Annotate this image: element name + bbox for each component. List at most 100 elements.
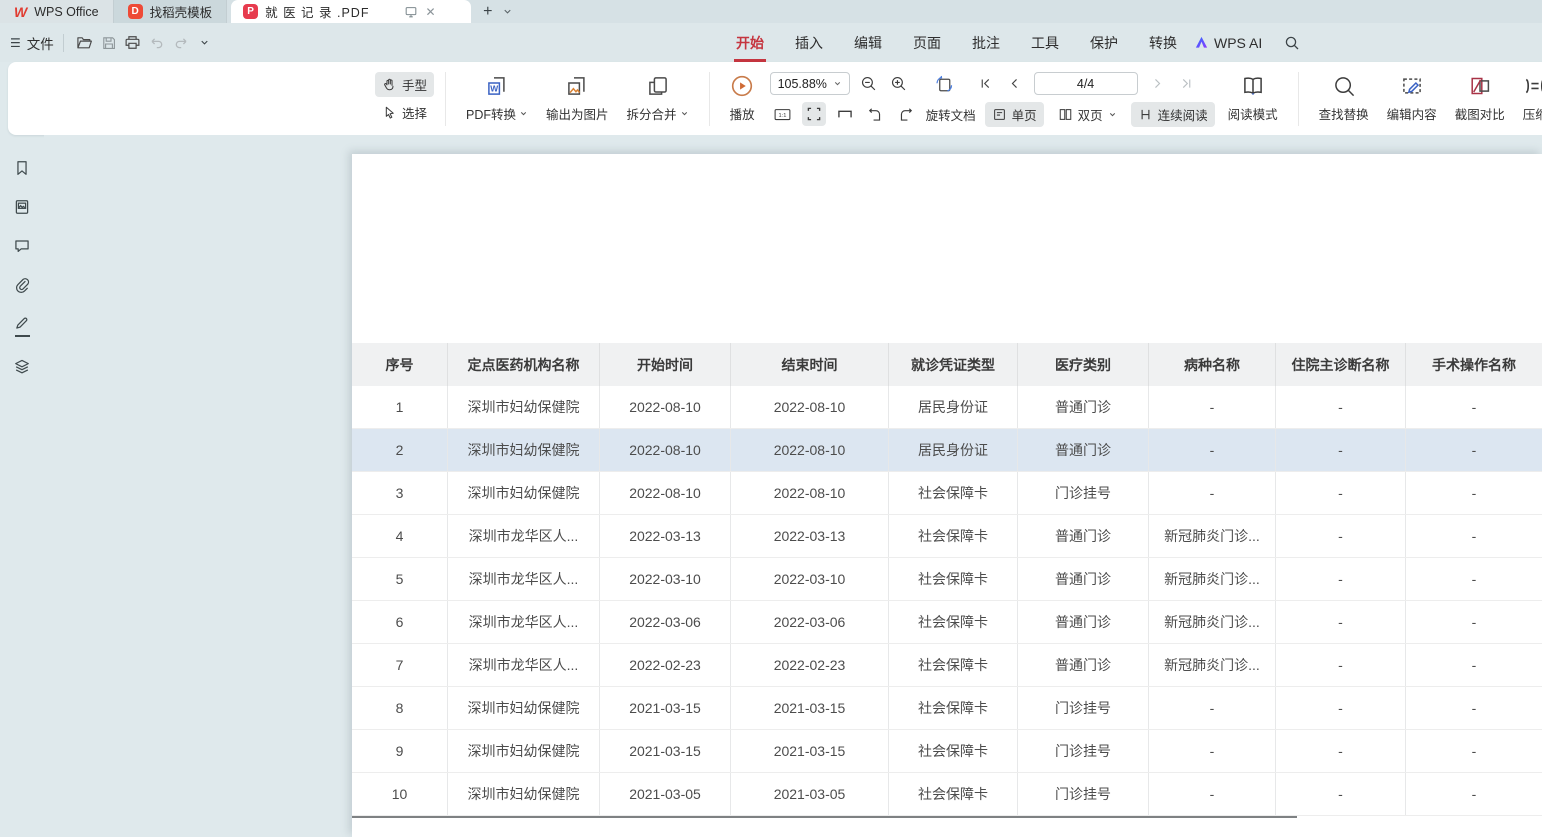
open-file-button[interactable]: [73, 31, 97, 55]
tab-document-active[interactable]: P 就 医 记 录 .PDF ✕: [231, 0, 471, 23]
menu-item[interactable]: 插入: [795, 33, 823, 53]
chevron-down-icon: [519, 109, 528, 118]
actual-size-icon[interactable]: 1:1: [770, 103, 795, 126]
rotate-left-icon[interactable]: [864, 103, 887, 126]
divider: [1298, 72, 1299, 126]
table-cell: 社会保障卡: [889, 515, 1018, 557]
previous-page-icon[interactable]: [1005, 74, 1024, 93]
find-replace-button[interactable]: 查找替换: [1310, 72, 1378, 125]
menu-item[interactable]: 转换: [1149, 33, 1177, 53]
table-cell: 8: [352, 687, 448, 729]
last-page-icon[interactable]: [1177, 74, 1196, 93]
new-tab-button[interactable]: +: [483, 0, 492, 23]
close-tab-icon[interactable]: ✕: [425, 5, 435, 19]
table-header-cell: 结束时间: [731, 343, 889, 386]
zoom-out-icon[interactable]: [857, 72, 880, 95]
table-cell: 普通门诊: [1018, 558, 1149, 600]
search-icon[interactable]: [1284, 35, 1300, 51]
table-cell: 普通门诊: [1018, 601, 1149, 643]
table-cell: 4: [352, 515, 448, 557]
wps-ai-label: WPS AI: [1214, 35, 1262, 51]
rotate-document-icon[interactable]: [931, 71, 957, 97]
thumbnails-icon[interactable]: [13, 198, 32, 216]
table-cell: -: [1406, 558, 1542, 600]
comments-icon[interactable]: [13, 237, 32, 255]
zoom-level-select[interactable]: 105.88%: [770, 72, 850, 95]
print-button[interactable]: [121, 31, 145, 55]
play-button[interactable]: 播放: [721, 72, 764, 125]
tab-docer-templates[interactable]: D 找稻壳模板: [114, 0, 228, 23]
table-cell: 门诊挂号: [1018, 472, 1149, 514]
table-cell: -: [1149, 472, 1276, 514]
table-header-cell: 就诊凭证类型: [889, 343, 1018, 386]
table-cell: 2022-02-23: [731, 644, 889, 686]
table-cell: 新冠肺炎门诊...: [1149, 515, 1276, 557]
table-cell: -: [1406, 601, 1542, 643]
compress-label: 压缩: [1523, 104, 1542, 123]
select-tool-button[interactable]: 选择: [375, 100, 434, 125]
table-cell: 2021-03-15: [731, 730, 889, 772]
split-merge-button[interactable]: 拆分合并: [618, 72, 698, 125]
table-cell: 2022-08-10: [600, 429, 731, 471]
table-cell: -: [1406, 730, 1542, 772]
undo-button[interactable]: [145, 31, 169, 55]
table-row: 7深圳市龙华区人...2022-02-232022-02-23社会保障卡普通门诊…: [352, 644, 1542, 687]
table-header-cell: 手术操作名称: [1406, 343, 1542, 386]
table-cell: -: [1149, 386, 1276, 428]
compress-button[interactable]: 压缩: [1514, 72, 1542, 125]
table-cell: 门诊挂号: [1018, 687, 1149, 729]
export-image-button[interactable]: 输出为图片: [537, 72, 618, 125]
next-page-icon[interactable]: [1148, 74, 1167, 93]
pdf-file-icon: P: [243, 4, 258, 19]
page-number-input[interactable]: 4/4: [1034, 72, 1138, 95]
tab-wps-office[interactable]: W WPS Office: [0, 0, 114, 23]
save-button[interactable]: [97, 31, 121, 55]
table-cell: 2021-03-05: [600, 773, 731, 815]
menu-item[interactable]: 保护: [1090, 33, 1118, 53]
table-cell: 居民身份证: [889, 429, 1018, 471]
table-bottom-border: [352, 816, 1297, 818]
table-cell: 深圳市龙华区人...: [448, 515, 600, 557]
double-page-button[interactable]: 双页: [1051, 102, 1124, 127]
file-menu-button[interactable]: 文件: [27, 33, 54, 53]
ribbon-toolbar: 手型 选择 W PDF转换 输出为图片 拆分合并: [8, 62, 1542, 135]
tab-list-chevron-icon[interactable]: [502, 6, 513, 17]
fit-page-icon[interactable]: [802, 102, 826, 126]
table-cell: 门诊挂号: [1018, 730, 1149, 772]
bookmarks-icon[interactable]: [13, 159, 32, 177]
table-cell: -: [1276, 730, 1406, 772]
zoom-in-icon[interactable]: [887, 72, 910, 95]
redo-button[interactable]: [169, 31, 193, 55]
window-tab-bar: W WPS Office D 找稻壳模板 P 就 医 记 录 .PDF ✕ +: [0, 0, 1542, 23]
hand-tool-button[interactable]: 手型: [375, 72, 434, 97]
signature-pen-icon[interactable]: [13, 315, 32, 337]
layers-icon[interactable]: [13, 358, 32, 376]
wps-ai-button[interactable]: WPS AI: [1194, 35, 1262, 51]
table-row: 4深圳市龙华区人...2022-03-132022-03-13社会保障卡普通门诊…: [352, 515, 1542, 558]
pdf-convert-button[interactable]: W PDF转换: [457, 72, 537, 125]
edit-content-button[interactable]: 编辑内容: [1378, 72, 1446, 125]
menu-item[interactable]: 编辑: [854, 33, 882, 53]
screenshot-compare-button[interactable]: 截图对比: [1446, 72, 1514, 125]
menu-item[interactable]: 工具: [1031, 33, 1059, 53]
rotate-right-icon[interactable]: [894, 103, 917, 126]
table-cell: 居民身份证: [889, 386, 1018, 428]
menu-item[interactable]: 页面: [913, 33, 941, 53]
read-mode-button[interactable]: 阅读模式: [1219, 72, 1287, 125]
pdf-page[interactable]: 序号定点医药机构名称开始时间结束时间就诊凭证类型医疗类别病种名称住院主诊断名称手…: [352, 154, 1542, 837]
hamburger-icon[interactable]: ☰: [10, 36, 21, 50]
attachments-icon[interactable]: [13, 276, 32, 294]
chevron-down-icon: [1108, 110, 1117, 119]
table-cell: 2022-03-06: [731, 601, 889, 643]
fit-width-icon[interactable]: [833, 102, 857, 126]
more-commands-chevron-icon[interactable]: [193, 31, 217, 55]
continuous-read-button[interactable]: 连续阅读: [1131, 102, 1215, 127]
zoom-level-value: 105.88%: [778, 77, 827, 91]
first-page-icon[interactable]: [976, 74, 995, 93]
rotate-document-button[interactable]: 旋转文档: [924, 102, 978, 127]
menu-item[interactable]: 批注: [972, 33, 1000, 53]
divider: [709, 72, 710, 126]
menu-item[interactable]: 开始: [736, 33, 764, 53]
single-page-button[interactable]: 单页: [985, 102, 1044, 127]
monitor-icon[interactable]: [404, 5, 418, 19]
